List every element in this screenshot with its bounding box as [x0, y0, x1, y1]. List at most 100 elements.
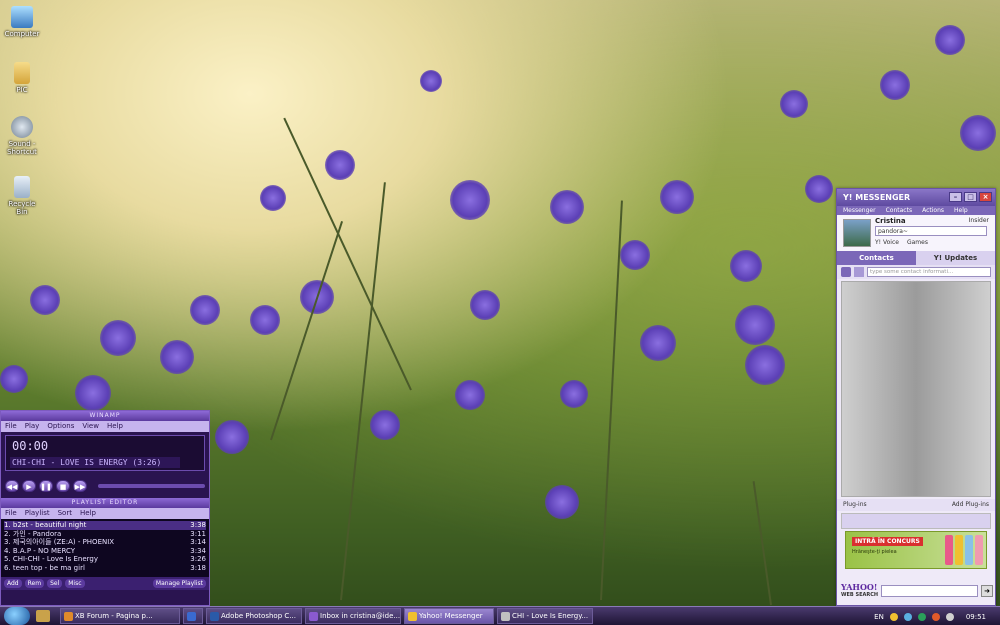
voice-button[interactable]: Y! Voice	[875, 239, 899, 246]
plugins-toggle[interactable]: Plug-ins	[843, 499, 867, 511]
winamp-menu: File Play Options View Help	[1, 421, 209, 432]
flower	[325, 150, 355, 180]
games-button[interactable]: Games	[907, 239, 928, 246]
contact-search-bar: type some contact informati...	[837, 265, 995, 279]
flower	[215, 420, 249, 454]
volume-tray-icon[interactable]	[945, 612, 954, 621]
menu-file[interactable]: File	[5, 421, 17, 432]
explorer-quick-launch-icon[interactable]	[36, 610, 50, 622]
pl-menu-playlist[interactable]: Playlist	[25, 508, 50, 519]
desktop-icon-computer[interactable]: Computer	[2, 6, 42, 38]
contact-list[interactable]	[841, 281, 991, 497]
taskbar-item[interactable]: XB Forum - Pagina p...	[60, 608, 180, 624]
desktop-icon-label: PIC	[16, 86, 28, 94]
antivirus-tray-icon[interactable]	[917, 612, 926, 621]
yahoo-search: YAHOO! WEB SEARCH ➜	[841, 582, 993, 600]
taskbar-item[interactable]: Inbox in cristina@ide...	[305, 608, 401, 624]
pl-menu-file[interactable]: File	[5, 508, 17, 519]
menu-help[interactable]: Help	[107, 421, 123, 432]
plugins-bar: Plug-ins Add Plug-ins	[837, 499, 995, 511]
playlist-item[interactable]: 3. 제국의아이들 (ZE:A) - PHOENIX 3:14	[4, 538, 206, 547]
seek-bar[interactable]	[98, 484, 205, 488]
pl-menu-help[interactable]: Help	[80, 508, 96, 519]
pl-menu-sort[interactable]: Sort	[58, 508, 72, 519]
previous-button[interactable]: ◀◀	[5, 480, 19, 492]
yahoo-search-label: WEB SEARCH	[841, 592, 879, 598]
taskbar-item[interactable]: Yahoo! Messenger	[404, 608, 494, 624]
manage-playlist-button[interactable]: Manage Playlist	[152, 579, 206, 588]
playlist-item-time: 3:18	[190, 563, 206, 572]
menu-view[interactable]: View	[82, 421, 99, 432]
taskbar-item[interactable]	[183, 608, 203, 624]
taskbar-item-label: CHI - Love Is Energy...	[512, 612, 589, 620]
menu-contacts[interactable]: Contacts	[886, 206, 912, 215]
playlist-item[interactable]: 1. b2st - beautiful night 3:38	[4, 521, 206, 530]
contact-search-input[interactable]: type some contact informati...	[867, 267, 991, 277]
update-tray-icon[interactable]	[931, 612, 940, 621]
playlist-item-title: 1. b2st - beautiful night	[4, 521, 87, 529]
add-plugins-link[interactable]: Add Plug-ins	[952, 499, 989, 511]
stem	[752, 481, 772, 606]
profile-name[interactable]: Cristina	[875, 217, 906, 225]
clock[interactable]: 09:51	[966, 613, 986, 621]
desktop-icon-recycle-bin[interactable]: Recycle Bin	[2, 176, 42, 216]
flower	[470, 290, 500, 320]
playlist-item[interactable]: 4. B.A.P - NO MERCY 3:34	[4, 547, 206, 556]
messenger-tray-icon[interactable]	[889, 612, 898, 621]
desktop-icon-pic[interactable]: PIC	[2, 62, 42, 94]
select-button[interactable]: Sel	[47, 579, 63, 588]
remove-button[interactable]: Rem	[24, 579, 45, 588]
playlist-item[interactable]: 5. CHI-CHI - Love Is Energy 3:26	[4, 555, 206, 564]
profile-panel: Cristina Insider pandora~ Y! Voice Games	[837, 215, 995, 251]
playlist-item-time: 3:26	[190, 555, 206, 563]
close-icon[interactable]: ×	[979, 192, 992, 202]
avatar[interactable]	[843, 219, 871, 247]
menu-actions[interactable]: Actions	[922, 206, 944, 215]
menu-help[interactable]: Help	[954, 206, 968, 215]
ad-title: INTRĂ ÎN CONCURS	[852, 537, 923, 546]
taskbar-item[interactable]: Adobe Photoshop C...	[206, 608, 302, 624]
folder-icon	[14, 62, 30, 84]
desktop-icon-sound-shortcut[interactable]: Sound - Shortcut	[2, 116, 42, 156]
time-display[interactable]: 00:00	[12, 439, 48, 453]
flower	[960, 115, 996, 151]
grid-view-icon[interactable]	[854, 267, 864, 277]
messenger-titlebar[interactable]: Y! MESSENGER – □ ×	[837, 189, 995, 206]
pause-button[interactable]: ❚❚	[39, 480, 53, 492]
stem	[600, 200, 623, 601]
flower	[620, 240, 650, 270]
tab-updates[interactable]: Y! Updates	[916, 251, 995, 265]
flower	[250, 305, 280, 335]
winamp-titlebar[interactable]: WINAMP	[1, 411, 209, 421]
language-indicator[interactable]: EN	[874, 613, 884, 621]
maximize-icon[interactable]: □	[964, 192, 977, 202]
menu-messenger[interactable]: Messenger	[843, 206, 876, 215]
network-tray-icon[interactable]	[903, 612, 912, 621]
menu-play[interactable]: Play	[25, 421, 40, 432]
flower	[660, 180, 694, 214]
web-search-input[interactable]	[881, 585, 978, 597]
playlist-titlebar[interactable]: PLAYLIST EDITOR	[1, 498, 209, 508]
playlist-item-title: 2. 가인 - Pandora	[4, 529, 62, 538]
menu-options[interactable]: Options	[47, 421, 74, 432]
taskbar-item-label: XB Forum - Pagina p...	[75, 612, 153, 620]
playlist-item[interactable]: 6. teen top - be ma girl 3:18	[4, 564, 206, 573]
misc-button[interactable]: Misc	[65, 579, 85, 588]
advertisement-banner[interactable]: INTRĂ ÎN CONCURS Hrăneşte-ţi pielea	[845, 531, 987, 569]
start-button[interactable]	[4, 607, 30, 625]
playlist-item[interactable]: 2. 가인 - Pandora 3:11	[4, 530, 206, 539]
status-input[interactable]: pandora~	[875, 226, 987, 236]
playlist: 1. b2st - beautiful night 3:38 2. 가인 - Pa…	[1, 519, 209, 577]
play-button[interactable]: ▶	[22, 480, 36, 492]
insider-link[interactable]: Insider	[969, 217, 989, 224]
stop-button[interactable]: ■	[56, 480, 70, 492]
add-button[interactable]: Add	[4, 579, 22, 588]
flower	[935, 25, 965, 55]
search-go-button[interactable]: ➜	[981, 585, 993, 597]
add-contact-icon[interactable]	[841, 267, 851, 277]
next-button[interactable]: ▶▶	[73, 480, 87, 492]
minimize-icon[interactable]: –	[949, 192, 962, 202]
playlist-menu: File Playlist Sort Help	[1, 508, 209, 519]
taskbar-item[interactable]: CHI - Love Is Energy...	[497, 608, 593, 624]
tab-contacts[interactable]: Contacts	[837, 251, 916, 265]
